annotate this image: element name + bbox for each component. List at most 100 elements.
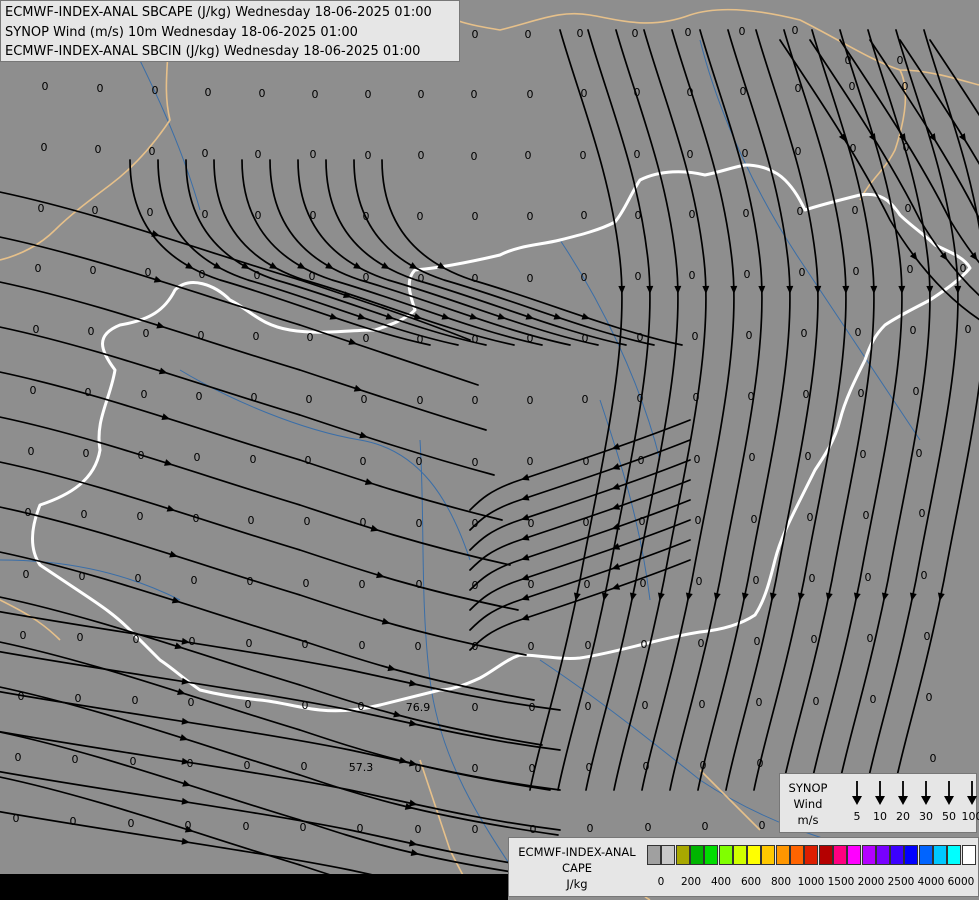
cin-value-label: 0 bbox=[310, 209, 317, 222]
cin-value-label: 0 bbox=[417, 394, 424, 407]
down-arrow-icon bbox=[892, 778, 914, 808]
cape-color-swatch bbox=[790, 845, 804, 865]
cin-value-label: 0 bbox=[643, 760, 650, 773]
title-line-cin: ECMWF-INDEX-ANAL SBCIN (J/kg) Wednesday … bbox=[5, 44, 421, 59]
cin-value-label: 0 bbox=[70, 815, 77, 828]
cin-value-label: 0 bbox=[141, 388, 148, 401]
cin-value-label: 0 bbox=[312, 88, 319, 101]
cin-value-label: 0 bbox=[965, 323, 972, 336]
cin-value-label: 0 bbox=[85, 386, 92, 399]
cin-value-label: 0 bbox=[130, 755, 137, 768]
cin-value-label: 0 bbox=[921, 569, 928, 582]
cin-value-label: 0 bbox=[472, 394, 479, 407]
cin-value-label: 0 bbox=[135, 572, 142, 585]
cin-value-label: 0 bbox=[255, 209, 262, 222]
cin-value-label: 0 bbox=[582, 332, 589, 345]
cin-value-label: 0 bbox=[147, 206, 154, 219]
cin-value-label: 0 bbox=[187, 757, 194, 770]
cin-value-label: 0 bbox=[415, 762, 422, 775]
cin-value-label: 0 bbox=[303, 577, 310, 590]
cin-value-label: 0 bbox=[528, 517, 535, 530]
cin-value-label: 0 bbox=[79, 570, 86, 583]
cin-value-label: 0 bbox=[902, 80, 909, 93]
cin-value-label: 0 bbox=[905, 202, 912, 215]
cin-value-label: 0 bbox=[849, 80, 856, 93]
cin-value-label: 0 bbox=[865, 571, 872, 584]
cape-color-swatch bbox=[904, 845, 919, 865]
cin-value-label: 0 bbox=[259, 87, 266, 100]
cin-value-label: 0 bbox=[23, 568, 30, 581]
cin-value-label: 0 bbox=[689, 208, 696, 221]
cin-value-label: 0 bbox=[471, 88, 478, 101]
cin-value-label: 0 bbox=[749, 451, 756, 464]
cin-value-label: 0 bbox=[92, 204, 99, 217]
cin-value-label: 0 bbox=[748, 390, 755, 403]
down-arrow-icon bbox=[869, 778, 891, 808]
cin-value-label: 0 bbox=[472, 640, 479, 653]
cin-value-label: 0 bbox=[583, 455, 590, 468]
cin-value-label: 0 bbox=[698, 637, 705, 650]
cin-value-label: 0 bbox=[361, 393, 368, 406]
cape-legend-tick: 6000 bbox=[947, 876, 975, 888]
cin-value-label: 0 bbox=[581, 87, 588, 100]
map-background bbox=[0, 0, 979, 900]
cin-value-label: 0 bbox=[850, 142, 857, 155]
cin-value-label: 0 bbox=[244, 759, 251, 772]
cin-value-label: 0 bbox=[300, 821, 307, 834]
cin-value-label: 0 bbox=[525, 149, 532, 162]
cin-value-label: 0 bbox=[641, 638, 648, 651]
cin-value-label: 0 bbox=[97, 82, 104, 95]
cin-value-label: 0 bbox=[583, 516, 590, 529]
cin-value-label: 0 bbox=[472, 517, 479, 530]
cin-value-label: 0 bbox=[858, 387, 865, 400]
cin-value-label: 0 bbox=[13, 812, 20, 825]
cin-value-label: 0 bbox=[152, 84, 159, 97]
cin-value-label: 0 bbox=[754, 635, 761, 648]
cin-value-label: 0 bbox=[803, 388, 810, 401]
cin-value-label: 0 bbox=[527, 272, 534, 285]
cin-value-label: 0 bbox=[304, 515, 311, 528]
cin-value-label: 0 bbox=[416, 517, 423, 530]
cin-value-label: 0 bbox=[635, 209, 642, 222]
cin-value-label: 0 bbox=[910, 324, 917, 337]
cin-value-label: 0 bbox=[145, 266, 152, 279]
cin-value-label: 0 bbox=[845, 54, 852, 67]
cin-value-label: 0 bbox=[306, 393, 313, 406]
cin-value-label: 0 bbox=[743, 207, 750, 220]
cin-value-label: 0 bbox=[360, 516, 367, 529]
wind-legend: SYNOP Wind m/s 510203050100 bbox=[779, 773, 979, 833]
cin-value-label: 0 bbox=[930, 752, 937, 765]
cin-value-label: 0 bbox=[897, 54, 904, 67]
cin-value-label: 0 bbox=[243, 820, 250, 833]
cin-value-label: 0 bbox=[472, 456, 479, 469]
cin-value-label: 0 bbox=[194, 451, 201, 464]
cin-value-label: 0 bbox=[913, 385, 920, 398]
cin-value-label: 0 bbox=[853, 265, 860, 278]
cin-value-label: 0 bbox=[72, 753, 79, 766]
cin-value-label: 0 bbox=[199, 268, 206, 281]
cin-value-label: 0 bbox=[90, 264, 97, 277]
cin-value-label: 0 bbox=[202, 208, 209, 221]
cin-value-label: 0 bbox=[472, 823, 479, 836]
cin-value-label: 0 bbox=[246, 637, 253, 650]
cin-value-label: 0 bbox=[132, 694, 139, 707]
cin-value-label: 0 bbox=[185, 819, 192, 832]
cin-value-label: 0 bbox=[699, 698, 706, 711]
wind-legend-title-line: SYNOP bbox=[788, 781, 828, 795]
cin-value-label: 0 bbox=[472, 762, 479, 775]
cin-value-label: 0 bbox=[472, 701, 479, 714]
cin-value-label: 0 bbox=[38, 202, 45, 215]
weather-map: 0 0 0 0 0 0 0 0 0 0 0 0 0 0 0 0 0 0 0 0 0 0 0 0 0 0 0 0 0 0 0 0 0 0 0 0 0 0 0 0… bbox=[0, 0, 979, 900]
cin-value-label: 0 bbox=[919, 507, 926, 520]
cin-value-label: 0 bbox=[149, 145, 156, 158]
cin-value-label: 0 bbox=[245, 698, 252, 711]
cin-value-label: 0 bbox=[903, 141, 910, 154]
cape-color-swatch bbox=[861, 845, 876, 865]
wind-legend-value: 100 bbox=[961, 810, 979, 823]
cin-value-label: 0 bbox=[807, 511, 814, 524]
cin-value-label: 0 bbox=[95, 143, 102, 156]
cin-value-label: 0 bbox=[586, 761, 593, 774]
cin-value-label: 0 bbox=[797, 205, 804, 218]
cin-value-label: 0 bbox=[757, 757, 764, 770]
cin-value-label: 0 bbox=[580, 149, 587, 162]
